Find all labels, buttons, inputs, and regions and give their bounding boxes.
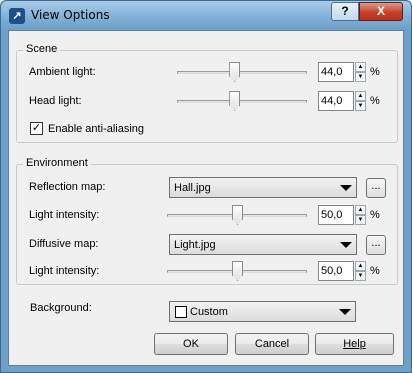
dialog-client-area: Scene Ambient light: 44,0 ▲ ▼ % Head lig… [8, 30, 404, 366]
reflection-intensity-unit: % [370, 209, 380, 221]
spin-up-icon[interactable]: ▲ [355, 62, 366, 72]
diffusive-intensity-label: Light intensity: [29, 265, 100, 277]
slider-thumb[interactable] [229, 62, 241, 82]
head-light-slider[interactable] [177, 91, 307, 111]
scene-group-label: Scene [23, 43, 61, 55]
diffusive-map-browse-button[interactable]: ... [366, 235, 386, 255]
antialiasing-label[interactable]: Enable anti-aliasing [48, 123, 144, 135]
background-value: Custom [190, 306, 228, 318]
help-button[interactable]: Help [315, 333, 394, 355]
slider-track [177, 71, 307, 74]
background-combo[interactable]: Custom [169, 301, 356, 322]
spin-up-icon[interactable]: ▲ [355, 91, 366, 101]
head-light-unit: % [370, 95, 380, 107]
spin-down-icon[interactable]: ▼ [355, 72, 366, 82]
color-swatch [175, 306, 187, 318]
head-light-value[interactable]: 44,0 [318, 91, 354, 111]
diffusive-intensity-slider[interactable] [167, 261, 307, 281]
head-light-label: Head light: [29, 95, 82, 107]
diffusive-map-combo[interactable]: Light.jpg [169, 234, 357, 255]
diffusive-intensity-value[interactable]: 50,0 [318, 261, 354, 281]
reflection-map-combo[interactable]: Hall.jpg [169, 177, 357, 198]
spin-down-icon[interactable]: ▼ [355, 215, 366, 225]
ambient-light-value[interactable]: 44,0 [318, 62, 354, 82]
reflection-map-browse-button[interactable]: ... [366, 178, 386, 198]
reflection-intensity-slider[interactable] [167, 205, 307, 225]
ambient-light-unit: % [370, 66, 380, 78]
chevron-down-icon[interactable] [340, 242, 352, 248]
antialiasing-checkbox[interactable]: ✓ [30, 122, 43, 135]
slider-thumb[interactable] [232, 205, 243, 225]
environment-group-label: Environment [23, 157, 91, 169]
reflection-intensity-spinbox[interactable]: 50,0 ▲ ▼ [318, 205, 366, 225]
checkmark-icon: ✓ [31, 122, 42, 134]
view-options-dialog: ↗ View Options ? X Scene Ambient light: … [0, 0, 412, 373]
spin-down-icon[interactable]: ▼ [355, 271, 366, 281]
reflection-intensity-value[interactable]: 50,0 [318, 205, 354, 225]
diffusive-map-value: Light.jpg [174, 239, 216, 251]
chevron-down-icon[interactable] [340, 185, 352, 191]
ambient-light-label: Ambient light: [29, 66, 96, 78]
slider-thumb[interactable] [232, 261, 243, 281]
close-button[interactable]: X [359, 2, 403, 21]
cancel-button[interactable]: Cancel [235, 333, 309, 355]
reflection-intensity-label: Light intensity: [29, 209, 100, 221]
reflection-map-label: Reflection map: [29, 181, 106, 193]
slider-thumb[interactable] [229, 91, 241, 111]
ambient-light-slider[interactable] [177, 62, 307, 82]
help-title-button[interactable]: ? [331, 2, 359, 21]
diffusive-map-label: Diffusive map: [29, 238, 99, 250]
head-light-spinbox[interactable]: 44,0 ▲ ▼ [318, 91, 366, 111]
spin-down-icon[interactable]: ▼ [355, 101, 366, 111]
diffusive-intensity-unit: % [370, 265, 380, 277]
background-label: Background: [30, 302, 92, 314]
scene-group: Scene Ambient light: 44,0 ▲ ▼ % Head lig… [16, 43, 398, 143]
environment-group: Environment Reflection map: Hall.jpg ...… [16, 157, 398, 285]
chevron-down-icon[interactable] [339, 309, 351, 315]
spin-up-icon[interactable]: ▲ [355, 205, 366, 215]
ok-button[interactable]: OK [154, 333, 228, 355]
title-bar[interactable]: ↗ View Options ? X [1, 1, 411, 29]
reflection-map-value: Hall.jpg [174, 182, 211, 194]
window-title: View Options [31, 8, 110, 22]
ambient-light-spinbox[interactable]: 44,0 ▲ ▼ [318, 62, 366, 82]
slider-track [177, 100, 307, 103]
spin-up-icon[interactable]: ▲ [355, 261, 366, 271]
diffusive-intensity-spinbox[interactable]: 50,0 ▲ ▼ [318, 261, 366, 281]
app-logo-icon: ↗ [9, 8, 25, 24]
